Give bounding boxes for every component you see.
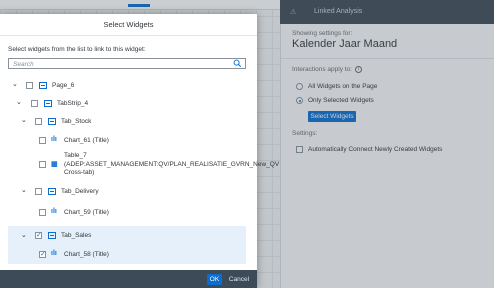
select-widgets-dialog: Select Widgets Select widgets from the l… xyxy=(0,14,280,288)
checkbox-checked[interactable] xyxy=(35,231,42,239)
checkbox[interactable] xyxy=(39,161,46,168)
checkbox[interactable] xyxy=(35,188,42,195)
tree-row-tab-stock[interactable]: ⌄ Tab_Stock xyxy=(8,112,246,130)
tree-row-tab-sales[interactable]: ⌄ Tab_Sales xyxy=(8,226,246,245)
search-input[interactable]: Search xyxy=(8,58,246,69)
tree-item-label: TabStrip_4 xyxy=(57,100,89,107)
chevron-down-icon[interactable]: ⌄ xyxy=(21,231,27,239)
chart-icon: ılı xyxy=(51,250,57,257)
widget-tree: ⌄ Page_6 ⌄ TabStrip_4 ⌄ Tab_Stock ılı Ch… xyxy=(8,76,280,266)
dialog-footer: OK Cancel xyxy=(0,270,257,288)
tree-item-label: Tab_Sales xyxy=(61,232,92,239)
tree-item-label: Page_6 xyxy=(52,82,75,89)
checkbox[interactable] xyxy=(26,82,33,89)
tree-row-chart-59[interactable]: ılı Chart_59 (Title) xyxy=(8,200,246,226)
checkbox[interactable] xyxy=(39,137,46,144)
tree-row-tab-delivery[interactable]: ⌄ Tab_Delivery xyxy=(8,182,246,200)
table-icon: ▦ xyxy=(51,161,58,168)
search-placeholder: Search xyxy=(13,61,34,68)
checkbox[interactable] xyxy=(35,118,42,125)
chart-icon: ılı xyxy=(51,208,57,215)
tree-row-tabstrip[interactable]: ⌄ TabStrip_4 xyxy=(8,94,246,112)
ok-button[interactable]: OK xyxy=(207,274,222,285)
chevron-down-icon[interactable]: ⌄ xyxy=(21,116,27,124)
tree-item-label: Chart_59 (Title) xyxy=(64,209,109,216)
dialog-instruction: Select widgets from the list to link to … xyxy=(8,46,146,53)
tree-row-chart-61[interactable]: ılı Chart_61 (Title) xyxy=(8,130,246,150)
chevron-down-icon[interactable]: ⌄ xyxy=(12,80,18,88)
dialog-title: Select Widgets xyxy=(0,14,257,36)
tree-row-table-7[interactable]: ▦ Table_7 (ADEP:ASSET_MANAGEMENT:QV/PLAN… xyxy=(8,150,280,182)
chevron-down-icon[interactable]: ⌄ xyxy=(16,98,22,106)
tab-icon xyxy=(48,118,56,125)
tab-icon xyxy=(48,232,56,239)
tab-icon xyxy=(48,188,56,195)
tree-item-label: Tab_Delivery xyxy=(61,188,99,195)
tree-item-label: Table_7 (ADEP:ASSET_MANAGEMENT:QV/PLAN_R… xyxy=(64,152,280,176)
checkbox-checked[interactable] xyxy=(39,250,46,258)
tree-row-page[interactable]: ⌄ Page_6 xyxy=(8,76,246,94)
page-icon xyxy=(39,82,47,89)
tree-row-chart-58[interactable]: ılı Chart_58 (Title) xyxy=(8,245,246,264)
tree-item-label: Chart_58 (Title) xyxy=(64,251,109,258)
tabstrip-icon xyxy=(44,100,52,107)
checkbox[interactable] xyxy=(39,209,46,216)
tree-item-label: Chart_61 (Title) xyxy=(64,137,109,144)
search-icon[interactable] xyxy=(233,59,242,68)
checkbox[interactable] xyxy=(31,100,38,107)
chevron-down-icon[interactable]: ⌄ xyxy=(21,186,27,194)
cancel-button[interactable]: Cancel xyxy=(227,274,251,285)
tree-item-label: Tab_Stock xyxy=(61,118,92,125)
chart-icon: ılı xyxy=(51,136,57,143)
